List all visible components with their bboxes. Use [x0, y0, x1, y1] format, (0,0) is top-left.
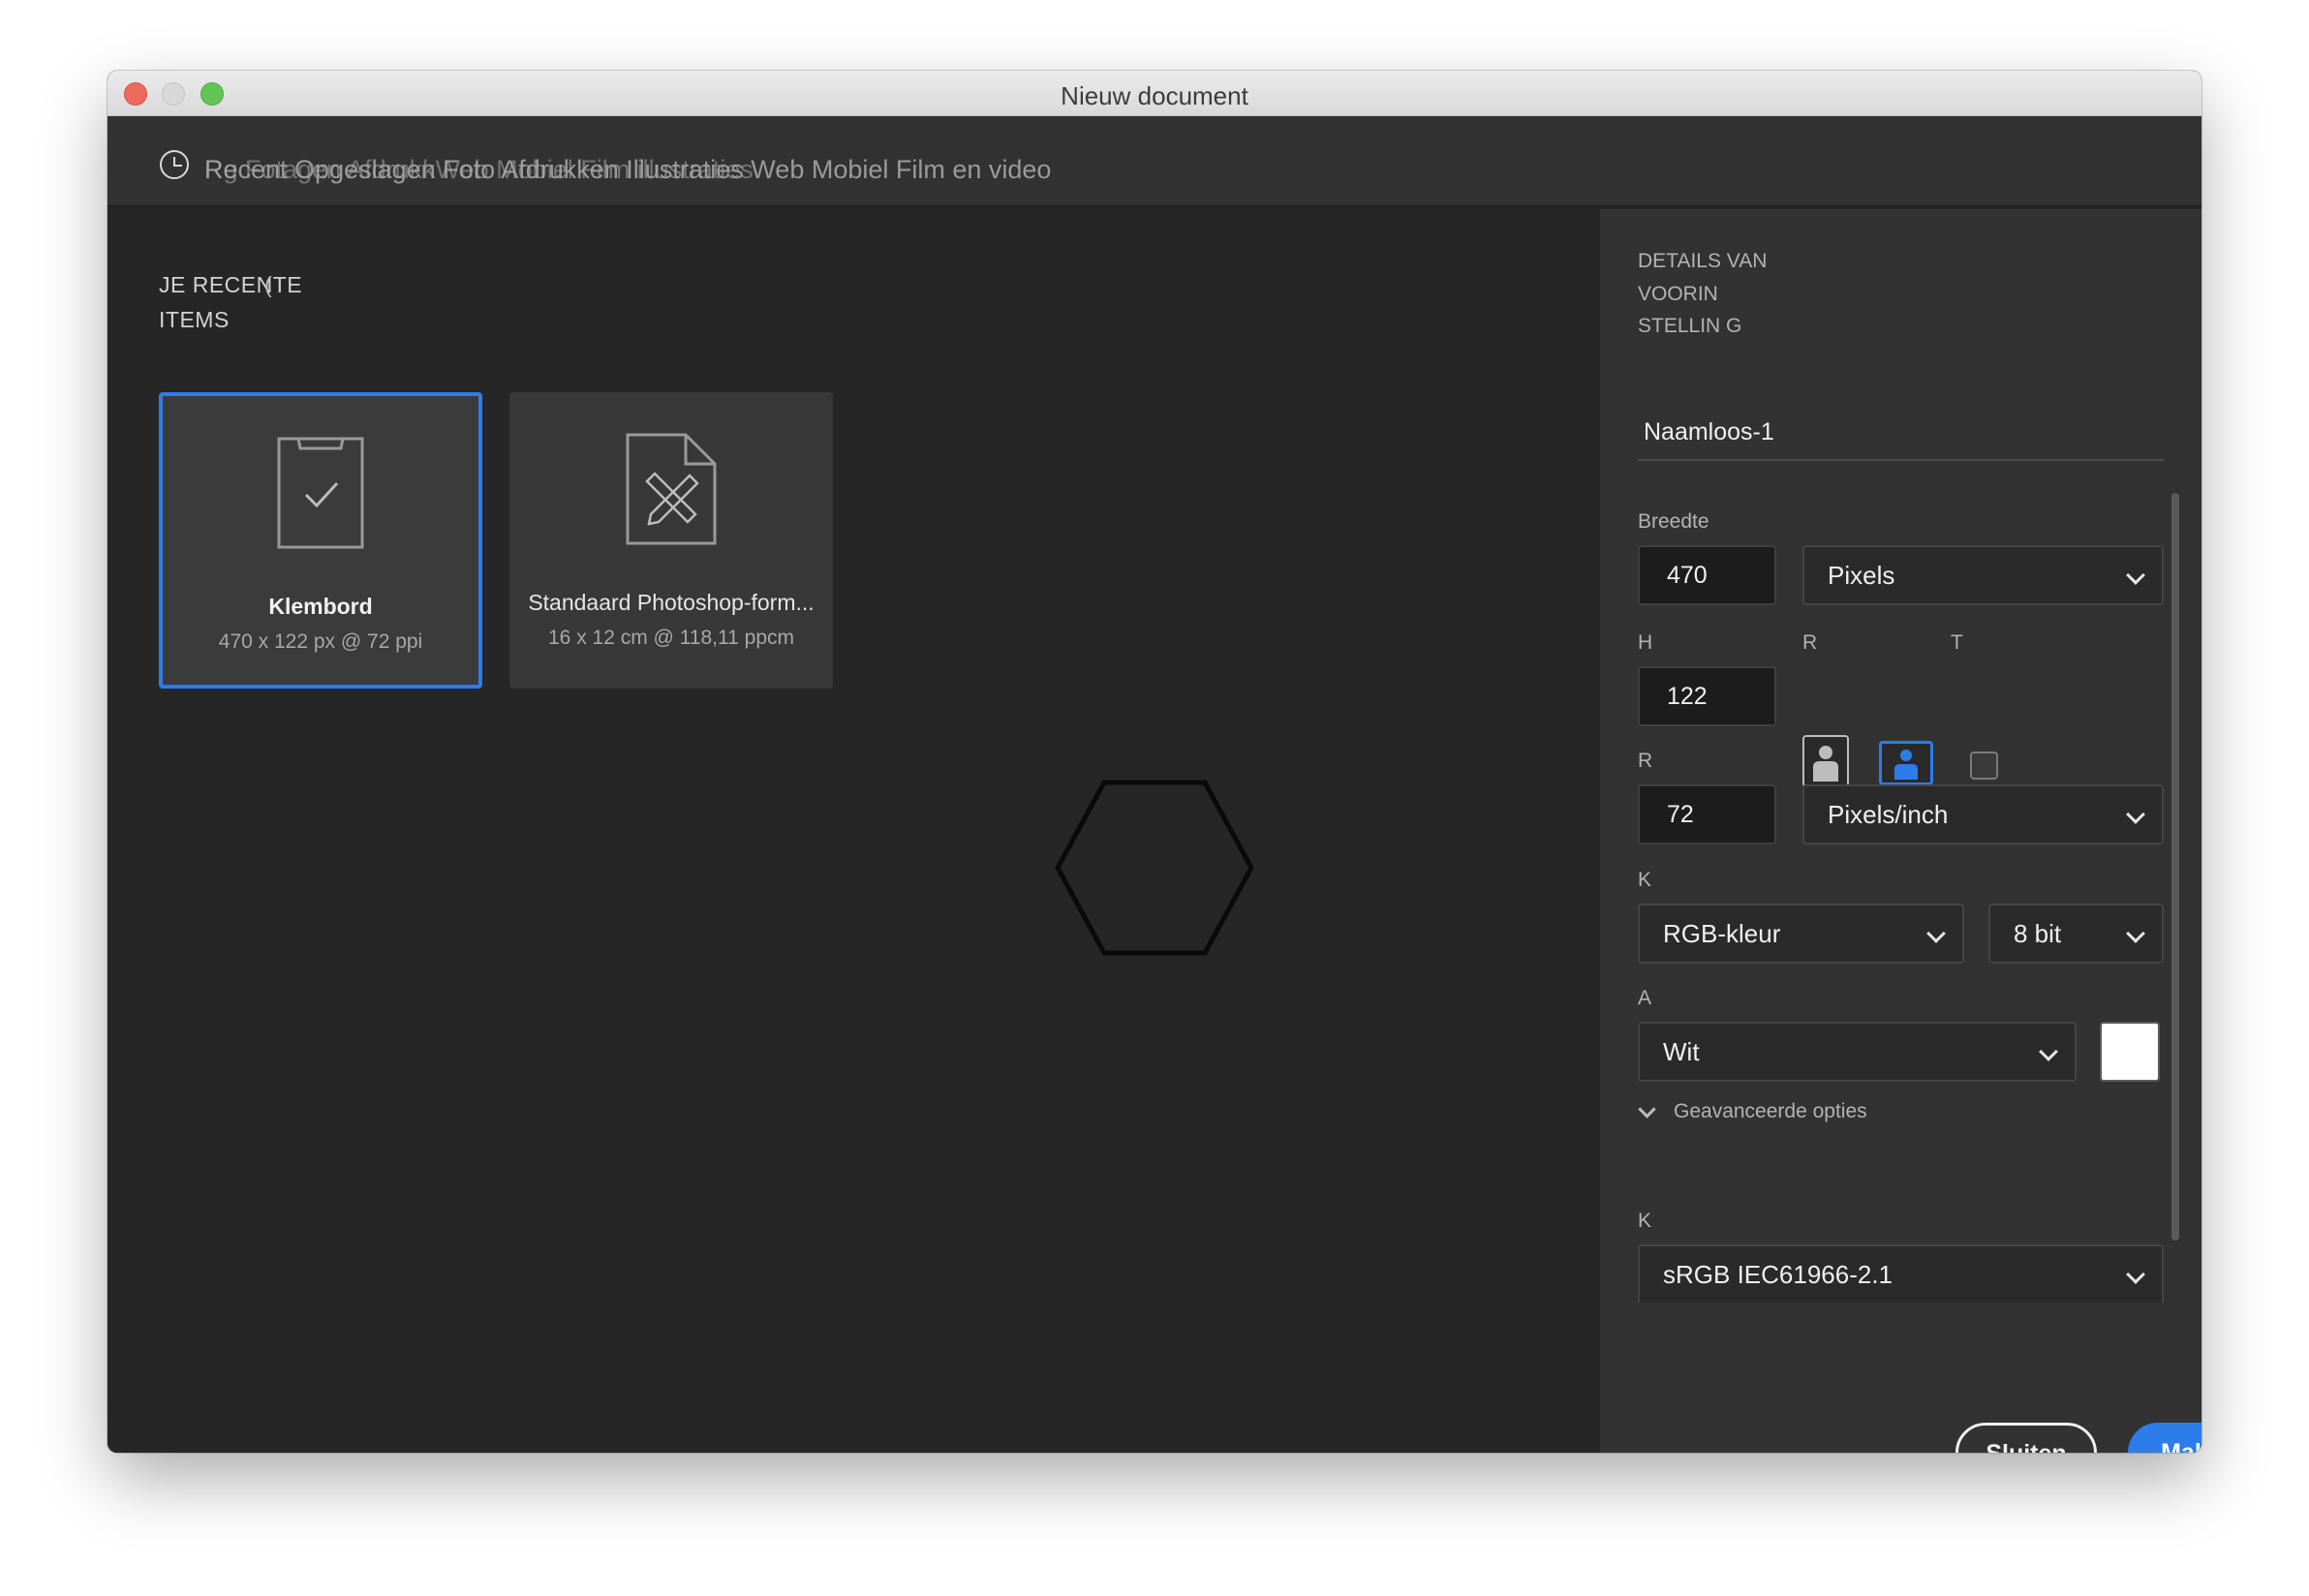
clipboard-icon — [277, 437, 364, 554]
height-label: H — [1638, 631, 1653, 654]
preset-category-tabs: Recent Opgeslagen Foto Afdrukken Illustr… — [108, 116, 2201, 207]
preset-details-heading: DETAILS VAN VOORIN STELLIN G — [1638, 250, 1768, 337]
color-mode-select[interactable]: RGB-kleur — [1638, 904, 1964, 964]
title-bar: Nieuw document — [108, 71, 2201, 116]
recent-items-heading: JE RECENTE ITEMS — [159, 272, 303, 332]
preset-info: 470 x 122 px @ 72 ppi — [218, 630, 423, 653]
advanced-options-label: Geavanceerde opties — [1674, 1100, 1867, 1122]
width-label: Breedte — [1638, 510, 1709, 533]
chevron-down-icon — [2039, 1042, 2058, 1061]
recent-clock-icon[interactable] — [160, 150, 189, 179]
preset-card-standaard-photoshop[interactable]: Standaard Photoshop-form... 16 x 12 cm @… — [509, 392, 833, 689]
resolution-label: R — [1638, 750, 1653, 772]
width-input[interactable]: 470 — [1638, 545, 1776, 605]
landscape-orientation-button[interactable] — [1879, 741, 1933, 785]
chevron-down-icon — [2126, 566, 2145, 585]
resolution-unit-value: Pixels/inch — [1828, 800, 1949, 829]
presets-area: JE RECENTE ITEMS ( Klembord 470 x 122 px… — [108, 209, 1600, 1453]
background-color-swatch[interactable] — [2100, 1022, 2160, 1082]
background-contents-select[interactable]: Wit — [1638, 1022, 2077, 1082]
resolution-input[interactable]: 72 — [1638, 784, 1776, 844]
resolution-unit-select[interactable]: Pixels/inch — [1802, 784, 2164, 844]
create-button[interactable]: Maken — [2128, 1423, 2201, 1453]
bit-depth-value: 8 bit — [2014, 919, 2062, 948]
artboards-checkbox[interactable] — [1970, 752, 1998, 780]
tab-labels-overlay[interactable]: Rg Fotagen AfdrukkWeb Mobiel Film illust… — [204, 155, 754, 185]
preset-name: Klembord — [268, 594, 373, 619]
window-title: Nieuw document — [1061, 81, 1248, 110]
height-input[interactable]: 122 — [1638, 666, 1776, 726]
preset-details-panel: DETAILS VAN VOORIN STELLIN G Naamloos-1 … — [1600, 209, 2201, 1453]
new-document-window: Nieuw document Recent Opgeslagen Foto Af… — [108, 71, 2201, 1453]
color-profile-select[interactable]: sRGB IEC61966-2.1 — [1638, 1244, 2164, 1303]
color-profile-label: K — [1638, 1210, 1652, 1232]
portrait-person-icon — [1813, 746, 1838, 782]
preset-name: Standaard Photoshop-form... — [528, 590, 815, 615]
details-scrollbar[interactable] — [2171, 493, 2179, 1241]
chevron-down-icon — [1638, 1100, 1656, 1119]
artboards-label: T — [1951, 631, 1963, 654]
chevron-down-icon — [2126, 924, 2145, 943]
width-unit-select[interactable]: Pixels — [1802, 545, 2164, 605]
background-contents-value: Wit — [1663, 1037, 1700, 1066]
recent-items-count: ( — [264, 272, 272, 297]
color-mode-label: K — [1638, 869, 1652, 891]
document-name-field[interactable]: Naamloos-1 — [1638, 418, 2164, 461]
landscape-person-icon — [1894, 750, 1918, 780]
chevron-down-icon — [1926, 924, 1946, 943]
background-label: A — [1638, 987, 1652, 1009]
chevron-down-icon — [2126, 805, 2145, 824]
chevron-down-icon — [2126, 1265, 2145, 1284]
document-ruler-pencil-icon — [626, 433, 717, 550]
color-profile-value: sRGB IEC61966-2.1 — [1663, 1260, 1893, 1289]
color-mode-value: RGB-kleur — [1663, 919, 1781, 948]
portrait-orientation-button[interactable] — [1802, 735, 1849, 787]
close-button[interactable]: Sluiten — [1955, 1423, 2097, 1453]
width-unit-value: Pixels — [1828, 561, 1895, 590]
preset-card-klembord[interactable]: Klembord 470 x 122 px @ 72 ppi — [159, 392, 482, 689]
preset-info: 16 x 12 cm @ 118,11 ppcm — [548, 627, 794, 649]
orientation-label: R — [1802, 631, 1818, 654]
bit-depth-select[interactable]: 8 bit — [1988, 904, 2164, 964]
loading-hexagon-icon — [1055, 780, 1254, 956]
